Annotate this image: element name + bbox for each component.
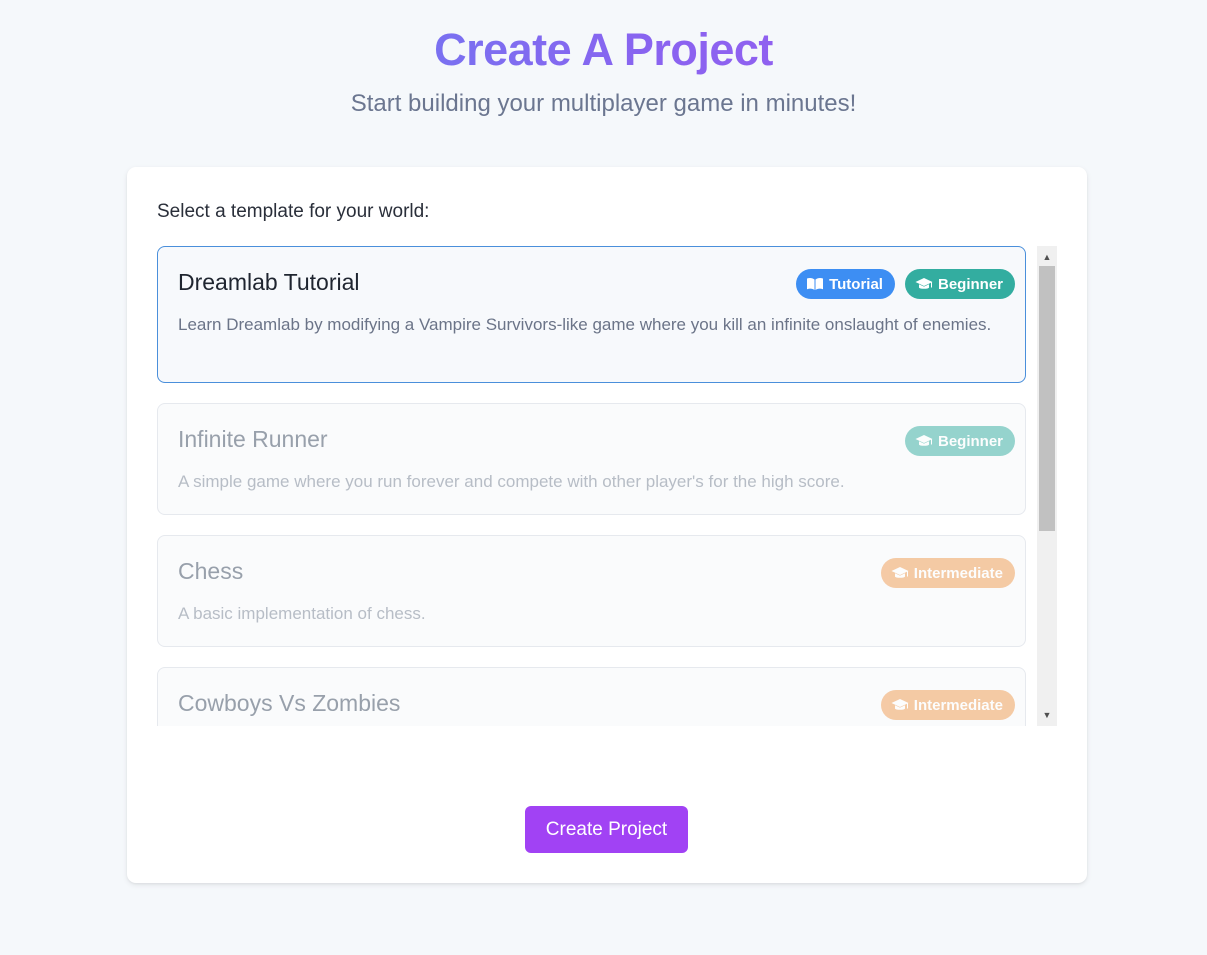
badge-label: Beginner: [937, 432, 1003, 450]
scroll-up-arrow-icon[interactable]: ▲: [1037, 248, 1057, 266]
book-icon: [807, 277, 824, 290]
template-card-cowboys-vs-zombies[interactable]: Cowboys Vs Zombies Intermediate: [157, 667, 1026, 726]
page-subtitle: Start building your multiplayer game in …: [350, 90, 857, 117]
badge-label: Intermediate: [913, 564, 1003, 582]
template-description: A basic implementation of chess.: [178, 604, 426, 623]
graduation-cap-icon: [915, 278, 933, 289]
template-badges: Tutorial Beginner: [796, 269, 1015, 299]
template-title: Infinite Runner: [178, 426, 328, 452]
template-description: Learn Dreamlab by modifying a Vampire Su…: [178, 315, 992, 334]
template-list-scrollbar[interactable]: ▲ ▼: [1037, 246, 1057, 726]
graduation-cap-icon: [891, 699, 909, 710]
template-card-chess[interactable]: Chess Intermediate A basic implementatio…: [157, 535, 1026, 647]
badge-beginner: Beginner: [904, 426, 1015, 456]
template-card-infinite-runner[interactable]: Infinite Runner Beginner A simple game w…: [157, 403, 1026, 515]
scroll-down-arrow-icon[interactable]: ▼: [1037, 706, 1057, 724]
badge-intermediate: Intermediate: [880, 558, 1015, 588]
badge-label: Intermediate: [913, 696, 1003, 714]
template-badges: Intermediate: [880, 690, 1015, 720]
badge-label: Beginner: [937, 275, 1003, 293]
template-badges: Beginner: [904, 426, 1015, 456]
template-description: A simple game where you run forever and …: [178, 472, 845, 491]
template-list[interactable]: Dreamlab Tutorial Tutorial Beginner Lear…: [157, 246, 1057, 726]
badge-beginner: Beginner: [904, 269, 1015, 299]
scroll-thumb[interactable]: [1039, 266, 1055, 531]
badge-tutorial: Tutorial: [796, 269, 895, 299]
page-title: Create A Project: [0, 24, 1207, 76]
badge-intermediate: Intermediate: [880, 690, 1015, 720]
template-select-label: Select a template for your world:: [157, 201, 430, 222]
graduation-cap-icon: [915, 435, 933, 446]
create-project-button[interactable]: Create Project: [525, 806, 688, 853]
create-project-card: Select a template for your world: Dreaml…: [127, 167, 1087, 883]
graduation-cap-icon: [891, 567, 909, 578]
template-card-dreamlab-tutorial[interactable]: Dreamlab Tutorial Tutorial Beginner Lear…: [157, 246, 1026, 383]
badge-label: Tutorial: [829, 275, 883, 293]
template-badges: Intermediate: [880, 558, 1015, 588]
